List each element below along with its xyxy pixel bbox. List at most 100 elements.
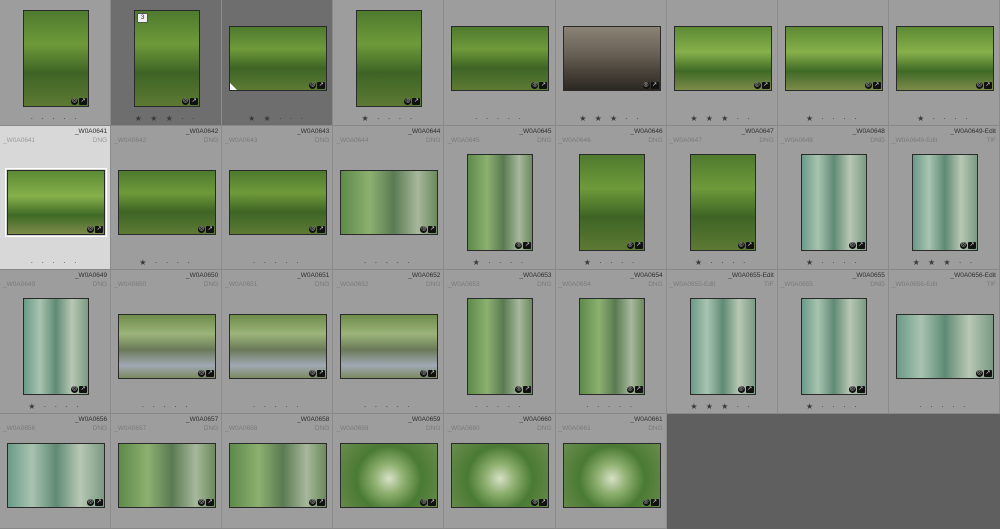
photo-thumbnail[interactable]: ◎ ↗ 3 bbox=[134, 10, 201, 107]
metadata-badge-icon[interactable]: ◎ bbox=[420, 370, 428, 377]
star-rating[interactable]: ★ · · · · bbox=[444, 258, 554, 267]
metadata-badge-icon[interactable]: ◎ bbox=[71, 98, 78, 105]
photo-thumbnail[interactable]: ◎ ↗ bbox=[911, 154, 978, 251]
photo-thumbnail[interactable]: ◎ ↗ bbox=[5, 168, 107, 237]
metadata-badge-icon[interactable]: ◎ bbox=[848, 242, 856, 249]
photo-cell[interactable]: _W0A0643 _W0A0643 DNG ◎ ↗ · · · · · bbox=[222, 126, 334, 270]
edit-badge-icon[interactable]: ↗ bbox=[317, 226, 326, 233]
star-rating[interactable]: · · · · · bbox=[222, 258, 332, 267]
photo-cell[interactable]: _W0A0657 _W0A0657 DNG ◎ ↗ bbox=[111, 414, 223, 529]
photo-cell[interactable]: ◎ ↗ ★ · · · · bbox=[333, 0, 445, 126]
edit-badge-icon[interactable]: ↗ bbox=[856, 386, 865, 393]
edit-badge-icon[interactable]: ↗ bbox=[523, 386, 532, 393]
edit-badge-icon[interactable]: ↗ bbox=[745, 386, 754, 393]
photo-cell[interactable]: _W0A0655 _W0A0655 DNG ◎ ↗ ★ · · · · bbox=[777, 270, 889, 414]
photo-cell[interactable]: ◎ ↗ ★ · · · · bbox=[777, 0, 889, 126]
metadata-badge-icon[interactable]: ◎ bbox=[309, 82, 317, 89]
metadata-badge-icon[interactable]: ◎ bbox=[420, 499, 428, 506]
star-rating[interactable]: · · · · · bbox=[111, 402, 221, 411]
metadata-badge-icon[interactable]: ◎ bbox=[626, 242, 634, 249]
edit-badge-icon[interactable]: ↗ bbox=[317, 499, 326, 506]
stack-corner-icon[interactable] bbox=[230, 83, 238, 90]
metadata-badge-icon[interactable]: ◎ bbox=[87, 226, 94, 233]
photo-thumbnail[interactable]: ◎ ↗ bbox=[467, 298, 534, 395]
star-rating[interactable]: ★ · · · · bbox=[667, 258, 777, 267]
metadata-badge-icon[interactable]: ◎ bbox=[848, 386, 856, 393]
photo-cell[interactable]: ◎ ↗ ★ ★ ★ · · bbox=[555, 0, 667, 126]
star-rating[interactable]: · · · · · bbox=[0, 114, 110, 123]
edit-badge-icon[interactable]: ↗ bbox=[634, 242, 643, 249]
edit-badge-icon[interactable]: ↗ bbox=[650, 499, 659, 506]
edit-badge-icon[interactable]: ↗ bbox=[95, 226, 103, 233]
metadata-badge-icon[interactable]: ◎ bbox=[642, 82, 650, 89]
photo-cell[interactable]: _W0A0653 _W0A0653 DNG ◎ ↗ · · · · · bbox=[444, 270, 556, 414]
edit-badge-icon[interactable]: ↗ bbox=[650, 82, 659, 89]
star-rating[interactable]: · · · · · bbox=[444, 114, 554, 123]
star-rating[interactable]: ★ ★ ★ · · bbox=[667, 402, 777, 411]
photo-thumbnail[interactable]: ◎ ↗ bbox=[340, 314, 439, 379]
photo-thumbnail[interactable]: ◎ ↗ bbox=[229, 170, 328, 235]
star-rating[interactable]: ★ · · · · bbox=[778, 258, 888, 267]
star-rating[interactable]: ★ · · · · bbox=[111, 258, 221, 267]
edit-badge-icon[interactable]: ↗ bbox=[872, 82, 881, 89]
photo-thumbnail[interactable]: ◎ ↗ bbox=[23, 10, 89, 107]
photo-thumbnail[interactable]: ◎ ↗ bbox=[229, 443, 328, 508]
photo-cell[interactable]: ◎ ↗ ★ ★ · · · bbox=[222, 0, 334, 126]
photo-thumbnail[interactable]: ◎ ↗ bbox=[229, 26, 328, 91]
edit-badge-icon[interactable]: ↗ bbox=[317, 82, 326, 89]
photo-cell[interactable]: _W0A0645 _W0A0645 DNG ◎ ↗ ★ · · · · bbox=[444, 126, 556, 270]
photo-thumbnail[interactable]: ◎ ↗ bbox=[689, 298, 756, 395]
photo-thumbnail[interactable]: ◎ ↗ bbox=[895, 26, 994, 91]
star-rating[interactable]: · · · · · bbox=[333, 402, 443, 411]
edit-badge-icon[interactable]: ↗ bbox=[634, 386, 643, 393]
photo-cell[interactable]: ◎ ↗ · · · · · bbox=[0, 0, 112, 126]
metadata-badge-icon[interactable]: ◎ bbox=[531, 499, 539, 506]
star-rating[interactable]: ★ · · · · bbox=[889, 114, 999, 123]
photo-cell[interactable]: _W0A0649 _W0A0649 DNG ◎ ↗ ★ · · · · bbox=[0, 270, 112, 414]
photo-thumbnail[interactable]: ◎ ↗ bbox=[800, 298, 867, 395]
photo-cell[interactable]: ◎ ↗ · · · · · bbox=[444, 0, 556, 126]
edit-badge-icon[interactable]: ↗ bbox=[856, 242, 865, 249]
metadata-badge-icon[interactable]: ◎ bbox=[71, 386, 78, 393]
metadata-badge-icon[interactable]: ◎ bbox=[515, 242, 523, 249]
photo-thumbnail[interactable]: ◎ ↗ bbox=[118, 170, 217, 235]
star-rating[interactable]: ★ · · · · bbox=[0, 402, 110, 411]
photo-cell[interactable]: _W0A0651 _W0A0651 DNG ◎ ↗ · · · · · bbox=[222, 270, 334, 414]
metadata-badge-icon[interactable]: ◎ bbox=[87, 499, 94, 506]
photo-cell[interactable]: _W0A0646 _W0A0646 DNG ◎ ↗ ★ · · · · bbox=[555, 126, 667, 270]
photo-cell[interactable]: ◎ ↗ 3 ★ ★ ★ · · bbox=[111, 0, 223, 126]
metadata-badge-icon[interactable]: ◎ bbox=[198, 370, 206, 377]
photo-thumbnail[interactable]: ◎ ↗ bbox=[578, 298, 645, 395]
metadata-badge-icon[interactable]: ◎ bbox=[959, 242, 967, 249]
metadata-badge-icon[interactable]: ◎ bbox=[975, 82, 983, 89]
photo-thumbnail[interactable]: ◎ ↗ bbox=[7, 443, 105, 508]
edit-badge-icon[interactable]: ↗ bbox=[967, 242, 976, 249]
star-rating[interactable]: ★ · · · · bbox=[556, 258, 666, 267]
edit-badge-icon[interactable]: ↗ bbox=[317, 370, 326, 377]
star-rating[interactable]: ★ ★ · · · bbox=[222, 114, 332, 123]
edit-badge-icon[interactable]: ↗ bbox=[190, 98, 199, 105]
photo-thumbnail[interactable]: ◎ ↗ bbox=[800, 154, 867, 251]
metadata-badge-icon[interactable]: ◎ bbox=[626, 386, 634, 393]
stack-count-badge[interactable]: 3 bbox=[137, 13, 149, 23]
star-rating[interactable]: ★ ★ ★ · · bbox=[889, 258, 999, 267]
edit-badge-icon[interactable]: ↗ bbox=[79, 98, 87, 105]
photo-thumbnail[interactable]: ◎ ↗ bbox=[356, 10, 423, 107]
photo-thumbnail[interactable]: ◎ ↗ bbox=[673, 26, 772, 91]
photo-cell[interactable]: _W0A0660 _W0A0660 DNG ◎ ↗ bbox=[444, 414, 556, 529]
photo-cell[interactable]: _W0A0649-Edit _W0A0649-Edit TIF ◎ ↗ ★ ★ ★ · · bbox=[888, 126, 1000, 270]
star-rating[interactable]: ★ · · · · bbox=[778, 114, 888, 123]
photo-thumbnail[interactable]: ◎ ↗ bbox=[578, 154, 645, 251]
edit-badge-icon[interactable]: ↗ bbox=[428, 370, 437, 377]
photo-thumbnail[interactable]: ◎ ↗ bbox=[467, 154, 534, 251]
star-rating[interactable]: · · · · · bbox=[889, 402, 999, 411]
star-rating[interactable]: ★ ★ ★ · · bbox=[111, 114, 221, 123]
photo-thumbnail[interactable]: ◎ ↗ bbox=[118, 314, 217, 379]
photo-cell[interactable]: _W0A0656-Edit _W0A0656-Edit TIF ◎ ↗ · · · · · bbox=[888, 270, 1000, 414]
photo-cell[interactable]: _W0A0655-Edit _W0A0655-Edit TIF ◎ ↗ ★ ★ ★ · · bbox=[666, 270, 778, 414]
metadata-badge-icon[interactable]: ◎ bbox=[737, 242, 745, 249]
photo-cell[interactable]: _W0A0647 _W0A0647 DNG ◎ ↗ ★ · · · · bbox=[666, 126, 778, 270]
star-rating[interactable]: ★ · · · · bbox=[333, 114, 443, 123]
edit-badge-icon[interactable]: ↗ bbox=[539, 82, 548, 89]
edit-badge-icon[interactable]: ↗ bbox=[206, 499, 215, 506]
